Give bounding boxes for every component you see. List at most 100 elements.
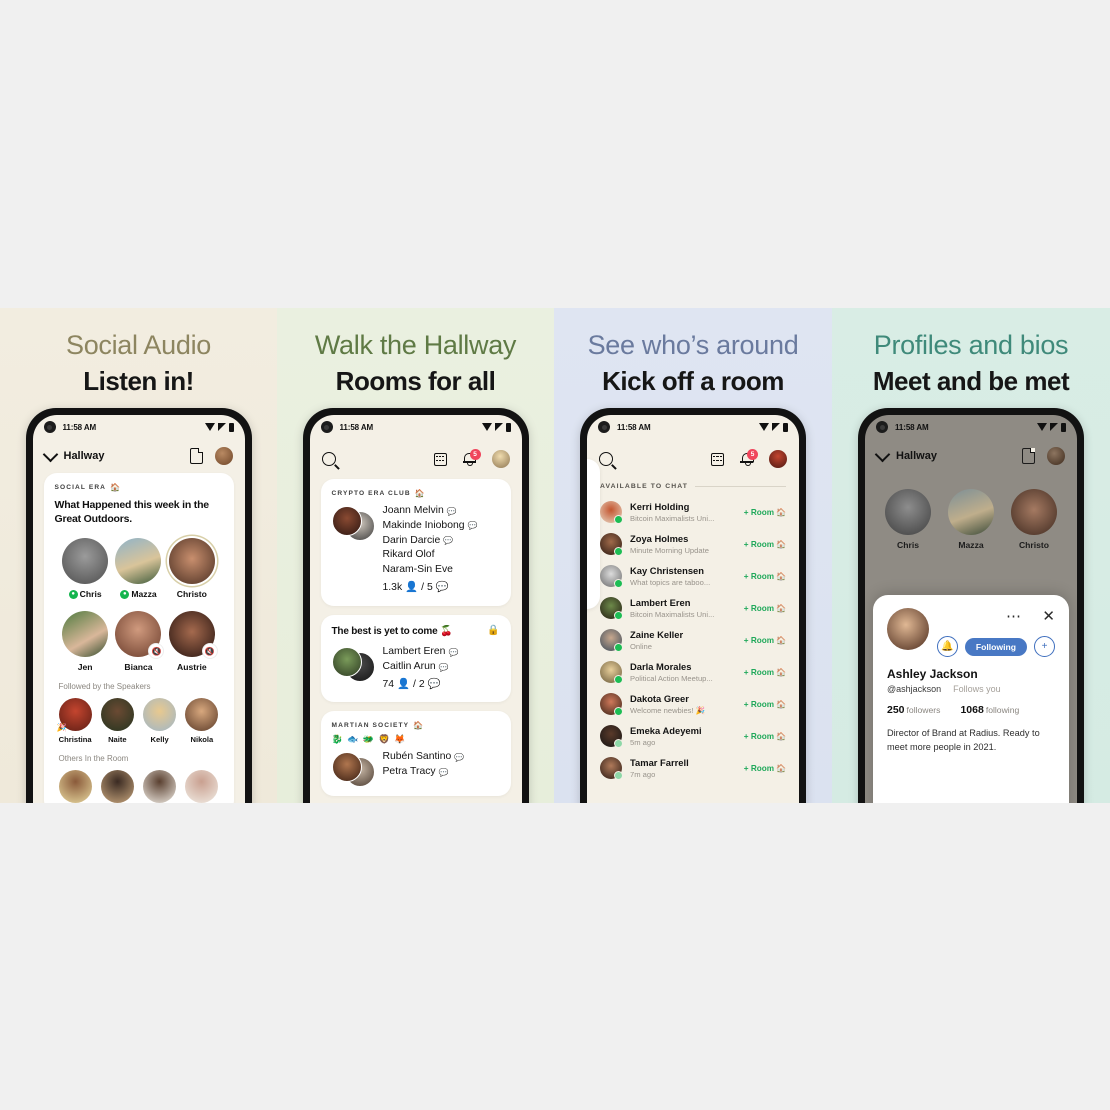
add-room-label: + Room	[743, 571, 775, 581]
speaker[interactable]: Mazza	[944, 489, 998, 550]
avatar[interactable]	[769, 450, 787, 468]
panel-kicker: Social Audio	[65, 330, 211, 360]
list-item[interactable]: Zaine Keller Online + Room 🏠	[587, 624, 799, 656]
speaker[interactable]: Christo	[1007, 489, 1061, 550]
chevron-down-icon[interactable]	[42, 446, 58, 462]
speaker[interactable]: ● Mazza	[112, 538, 165, 599]
list-item[interactable]: Nikola	[185, 698, 219, 744]
speech-bubble-icon: 💬	[438, 767, 449, 777]
online-dot	[614, 515, 623, 524]
add-room-button[interactable]: + Room 🏠	[744, 764, 786, 773]
search-icon[interactable]	[599, 452, 613, 466]
speaker[interactable]: ● Chris	[59, 538, 112, 599]
house-icon: 🏠	[776, 507, 786, 517]
member-name: Lambert Eren	[382, 646, 446, 658]
person-name: Zaine Keller	[630, 629, 684, 641]
person-status: Political Action Meetup...	[630, 673, 713, 683]
list-item[interactable]: Kelly	[143, 698, 177, 744]
avatar: 🎉	[57, 698, 92, 732]
followed-avatars: 🎉 Christina Naite Kelly Nikola	[55, 698, 223, 744]
notification-badge: 5	[747, 448, 758, 460]
add-room-button[interactable]: + Room 🏠	[744, 636, 786, 645]
member-row: Caitlin Arun 💬	[383, 660, 459, 675]
document-icon[interactable]	[1022, 448, 1035, 464]
list-item[interactable]	[185, 770, 219, 803]
profile-avatar[interactable]	[887, 608, 929, 650]
add-room-button[interactable]: + Room 🏠	[744, 732, 786, 741]
house-icon: 🏠	[776, 667, 786, 677]
document-icon[interactable]	[189, 448, 203, 464]
list-item[interactable]: Kay Christensen What topics are taboo...…	[587, 560, 799, 592]
house-icon: 🏠	[413, 721, 425, 731]
club-name: CRYPTO ERA CLUB	[331, 490, 411, 497]
speaker[interactable]: 🔇 Bianca	[112, 611, 165, 672]
notifications-button[interactable]: 5	[740, 448, 758, 466]
room-card[interactable]: 🔒 The best is yet to come 🍒 Lambert Eren…	[320, 614, 511, 703]
search-icon[interactable]	[321, 452, 336, 466]
follow-actions: 🔔 Following +	[936, 636, 1055, 657]
person-info: Emeka Adeyemi 5m ago	[630, 725, 736, 747]
speaker[interactable]: Jen	[59, 611, 112, 672]
add-room-button[interactable]: + Room 🏠	[744, 508, 786, 517]
list-item[interactable]: Darla Morales Political Action Meetup...…	[587, 656, 799, 688]
person-name: Christina	[58, 735, 92, 745]
list-item[interactable]: Lambert Eren Bitcoin Maximalists Uni... …	[587, 592, 799, 624]
more-dots-icon[interactable]: ⋯	[1006, 609, 1022, 624]
online-dot	[614, 771, 623, 780]
speech-bubble-icon: 💬	[467, 521, 478, 531]
list-item[interactable]: Emeka Adeyemi 5m ago + Room 🏠	[587, 720, 799, 752]
speaker[interactable]: 🔇 Austrie	[165, 611, 218, 672]
room-card[interactable]: SOCIAL ERA 🏠 What Happened this week in …	[43, 473, 234, 803]
list-item[interactable]: Zoya Holmes Minute Morning Update + Room…	[587, 528, 799, 560]
room-card[interactable]: CRYPTO ERA CLUB 🏠 Joann Melvin 💬 Makinde…	[320, 479, 511, 606]
list-item[interactable]: Dakota Greer Welcome newbies! 🎉 + Room 🏠	[587, 688, 799, 720]
add-room-button[interactable]: + Room 🏠	[744, 668, 786, 677]
speaker-name: Bianca	[124, 662, 153, 673]
list-item[interactable]: 🎉 Christina	[57, 698, 92, 745]
followers-stat[interactable]: 250 followers	[887, 704, 940, 716]
hallway-label[interactable]: Hallway	[896, 450, 937, 462]
list-item[interactable]: Naite	[100, 698, 134, 744]
room-emojis: 🐉 🐟 🐲 🦁 🦊	[331, 734, 407, 745]
peeking-card[interactable]	[587, 459, 600, 609]
following-count: 1068	[960, 704, 984, 716]
bell-icon[interactable]: 🔔	[936, 636, 958, 657]
room-card[interactable]: MARTIAN SOCIETY 🏠 🐉 🐟 🐲 🦁 🦊 Rubén Santin…	[320, 711, 511, 797]
notification-badge: 5	[469, 448, 481, 460]
member-row: Darin Darcie 💬	[383, 534, 478, 549]
following-stat[interactable]: 1068 following	[960, 704, 1019, 716]
list-item[interactable]: Tamar Farrell 7m ago + Room 🏠	[587, 752, 799, 784]
speaker-grid-row-2: Jen 🔇 Bianca 🔇 Austrie	[55, 611, 223, 672]
list-item[interactable]: Kerri Holding Bitcoin Maximalists Uni...…	[587, 496, 799, 528]
notifications-button[interactable]: 5	[462, 448, 481, 466]
list-item[interactable]	[143, 770, 177, 803]
calendar-icon[interactable]	[711, 452, 724, 466]
calendar-icon[interactable]	[433, 452, 447, 466]
close-icon[interactable]: ✕	[1042, 609, 1055, 624]
add-room-button[interactable]: + Room 🏠	[744, 572, 786, 581]
phone-mockup-4: 11:58 AM Hallway Chris Mazza Christo ⋯ ✕…	[858, 408, 1084, 803]
wifi-icon	[1037, 423, 1047, 431]
list-item[interactable]	[58, 770, 92, 803]
profile-stats: 250 followers 1068 following	[887, 704, 1055, 716]
profile-sheet: ⋯ ✕ 🔔 Following + Ashley Jackson @ashjac…	[873, 595, 1069, 803]
list-item[interactable]	[100, 770, 134, 803]
add-room-button[interactable]: + Room 🏠	[744, 604, 786, 613]
speaker-name-wrap: Jen	[59, 662, 112, 672]
speaker-name-wrap: ● Mazza	[112, 589, 165, 599]
speaker-count: 2	[418, 678, 425, 690]
hallway-label[interactable]: Hallway	[64, 450, 105, 462]
add-room-button[interactable]: + Room 🏠	[744, 700, 786, 709]
following-button[interactable]: Following	[964, 637, 1027, 656]
phone-mockup-2: 11:58 AM 5 CRYPTO ERA CLUB 🏠 Joann Melvi…	[302, 408, 529, 803]
avatar[interactable]	[491, 450, 510, 468]
avatar[interactable]	[214, 447, 233, 465]
speaker[interactable]: Christo	[165, 538, 218, 599]
speaker[interactable]: Chris	[881, 489, 935, 550]
add-person-icon[interactable]: +	[1034, 636, 1055, 657]
add-room-button[interactable]: + Room 🏠	[744, 540, 786, 549]
club-name: MARTIAN SOCIETY	[331, 722, 410, 730]
speaker-name: Christo	[176, 589, 207, 600]
chevron-down-icon[interactable]	[874, 446, 891, 462]
avatar[interactable]	[1047, 447, 1065, 465]
